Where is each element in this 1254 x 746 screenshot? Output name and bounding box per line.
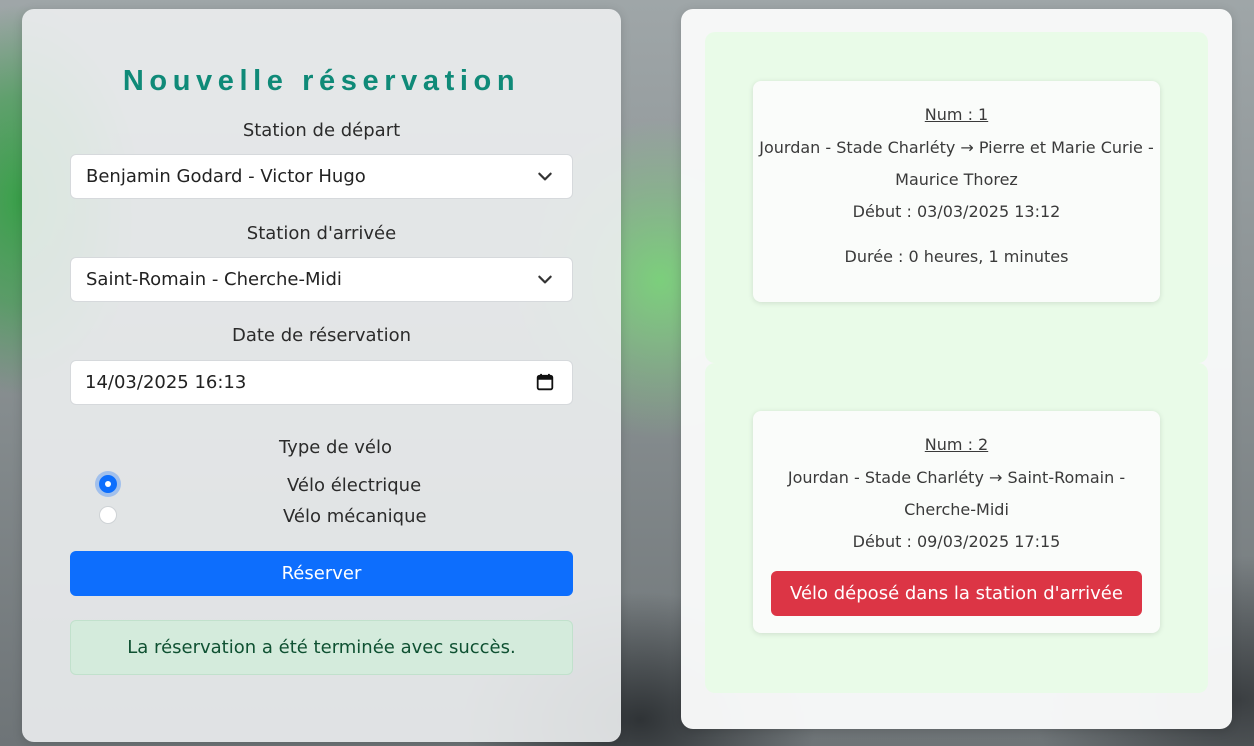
reservation-number: Num : 1: [924, 105, 989, 124]
form-title: Nouvelle réservation: [122, 65, 521, 97]
reservation-number: Num : 2: [924, 435, 989, 454]
reservation-route: Jourdan - Stade Charléty → Saint-Romain …: [787, 468, 1126, 487]
date-label: Date de réservation: [231, 325, 412, 346]
bike-deposited-button[interactable]: Vélo déposé dans la station d'arrivée: [771, 571, 1142, 616]
chevron-down-icon: [538, 172, 552, 181]
reservation-route-continued: Cherche-Midi: [904, 500, 1009, 519]
radio-mechanical-bike-label: Vélo mécanique: [283, 506, 427, 527]
reservation-card: Num : 2 Jourdan - Stade Charléty → Saint…: [753, 411, 1160, 633]
calendar-icon[interactable]: [536, 373, 554, 391]
arrival-select[interactable]: Saint-Romain - Cherche-Midi: [70, 257, 573, 302]
reservation-form-panel: Nouvelle réservation Station de départ B…: [22, 9, 621, 742]
date-input-value: 14/03/2025 16:13: [85, 372, 247, 393]
reservations-panel: Num : 1 Jourdan - Stade Charléty → Pierr…: [681, 9, 1232, 729]
reservation-block: Num : 2 Jourdan - Stade Charléty → Saint…: [705, 363, 1208, 693]
reservation-route: Jourdan - Stade Charléty → Pierre et Mar…: [759, 138, 1154, 157]
success-alert: La réservation a été terminée avec succè…: [70, 620, 573, 675]
reservation-route-continued: Maurice Thorez: [895, 170, 1018, 189]
radio-electric-bike-label: Vélo électrique: [287, 475, 422, 496]
reserve-button[interactable]: Réserver: [70, 551, 573, 596]
date-input[interactable]: 14/03/2025 16:13: [70, 360, 573, 405]
reservation-duration: Durée : 0 heures, 1 minutes: [844, 247, 1069, 266]
departure-label: Station de départ: [242, 120, 401, 141]
arrival-select-value: Saint-Romain - Cherche-Midi: [86, 269, 342, 290]
departure-select[interactable]: Benjamin Godard - Victor Hugo: [70, 154, 573, 199]
reservation-card: Num : 1 Jourdan - Stade Charléty → Pierr…: [753, 81, 1160, 302]
reservation-block: Num : 1 Jourdan - Stade Charléty → Pierr…: [705, 32, 1208, 363]
departure-select-value: Benjamin Godard - Victor Hugo: [86, 166, 366, 187]
reservation-start: Début : 03/03/2025 13:12: [852, 202, 1061, 221]
reservation-start: Début : 09/03/2025 17:15: [852, 532, 1061, 551]
chevron-down-icon: [538, 275, 552, 284]
radio-mechanical-bike[interactable]: [99, 506, 117, 524]
bike-type-label: Type de vélo: [278, 437, 393, 458]
arrival-label: Station d'arrivée: [246, 223, 397, 244]
radio-electric-bike[interactable]: [99, 475, 117, 493]
